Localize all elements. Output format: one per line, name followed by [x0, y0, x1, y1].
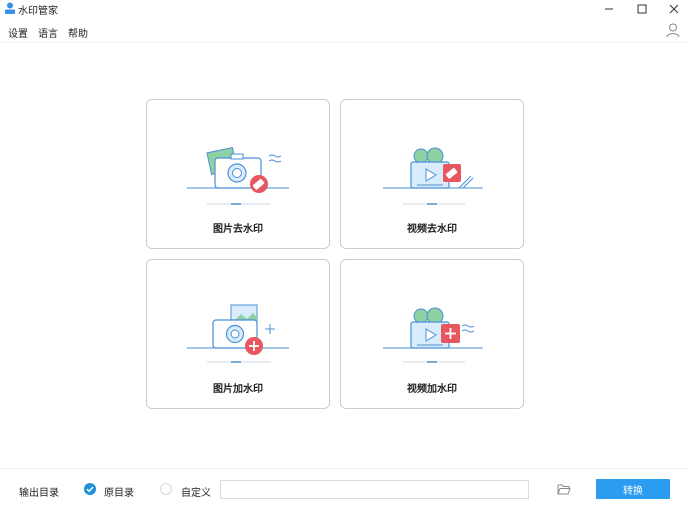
- maximize-icon: [637, 4, 647, 14]
- menu-divider: [0, 42, 688, 43]
- title-bar: 水印管家: [0, 0, 688, 18]
- output-path-input[interactable]: [220, 480, 529, 499]
- card-label: 图片去水印: [213, 224, 263, 235]
- minimize-button[interactable]: [594, 0, 624, 18]
- convert-button[interactable]: 转换: [596, 479, 670, 499]
- bottom-divider: [0, 468, 688, 469]
- menu-settings[interactable]: 设置: [8, 25, 28, 40]
- card-label: 视频去水印: [407, 224, 457, 235]
- card-video-add-watermark[interactable]: 视频加水印: [340, 259, 524, 409]
- close-button[interactable]: [659, 0, 688, 18]
- card-label: 图片加水印: [213, 384, 263, 395]
- maximize-button[interactable]: [627, 0, 657, 18]
- output-directory-label: 输出目录: [19, 488, 59, 499]
- radio-original-directory[interactable]: [84, 483, 96, 495]
- window-title: 水印管家: [18, 6, 58, 17]
- menu-language[interactable]: 语言: [38, 25, 58, 40]
- radio-label-custom[interactable]: 自定义: [181, 484, 211, 499]
- card-video-remove-watermark[interactable]: 视频去水印: [340, 99, 524, 249]
- close-icon: [669, 4, 679, 14]
- minimize-icon: [605, 8, 613, 10]
- card-label: 视频加水印: [407, 384, 457, 395]
- card-image-remove-watermark[interactable]: 图片去水印: [146, 99, 330, 249]
- radio-label-original[interactable]: 原目录: [104, 484, 134, 499]
- radio-custom-directory[interactable]: [160, 483, 172, 495]
- menu-bar: 设置 语言 帮助: [0, 22, 688, 42]
- card-image-add-watermark[interactable]: 图片加水印: [146, 259, 330, 409]
- user-icon[interactable]: [666, 23, 680, 38]
- app-logo-icon: [5, 2, 15, 14]
- folder-open-icon[interactable]: [557, 483, 571, 495]
- check-icon: [86, 486, 94, 493]
- menu-help[interactable]: 帮助: [68, 25, 88, 40]
